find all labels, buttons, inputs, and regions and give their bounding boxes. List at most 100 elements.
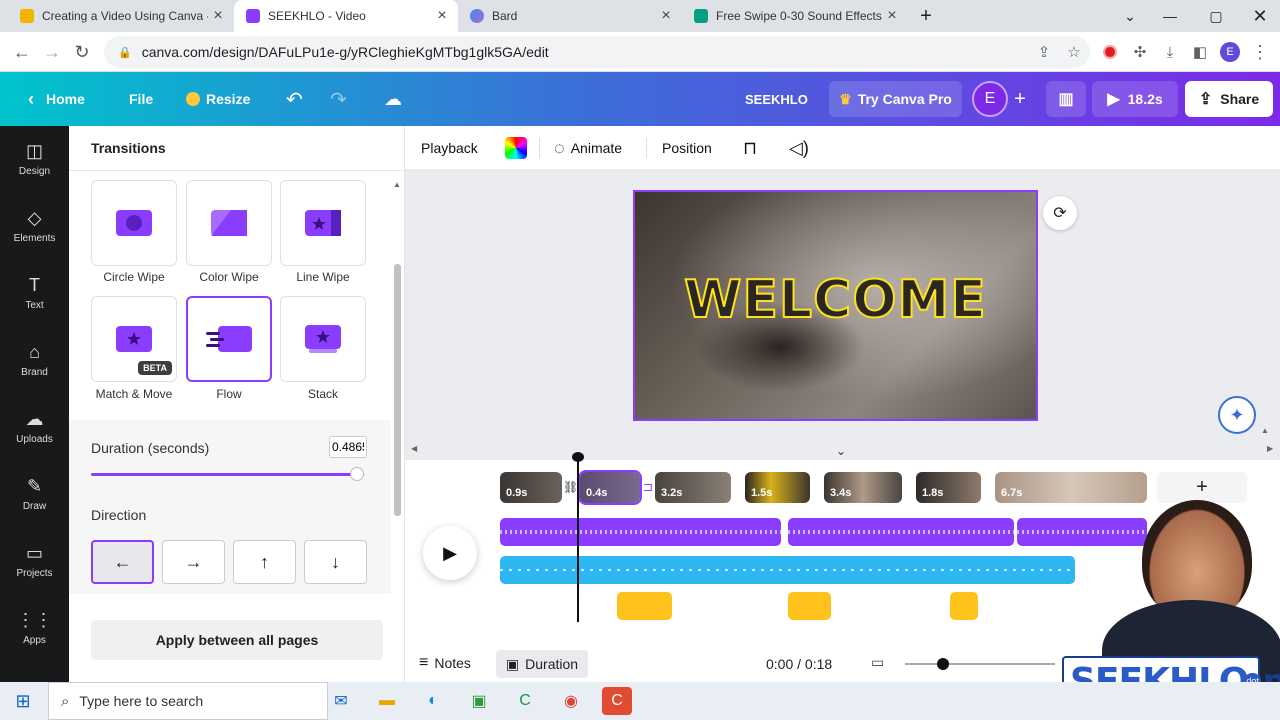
add-comment-icon[interactable]: ⟳ [1043, 196, 1077, 230]
scroll-up-icon[interactable]: ▲ [393, 180, 401, 189]
transition-line-wipe[interactable] [280, 180, 366, 266]
camtasia-icon[interactable]: ▣ [464, 687, 494, 715]
duration-slider-track[interactable] [91, 473, 365, 476]
lock-icon[interactable]: ⊓ [743, 126, 757, 170]
canva-recorder-icon[interactable]: C [602, 687, 632, 715]
timeline-clip[interactable]: 3.2s [655, 472, 731, 503]
timeline-clip[interactable]: 3.4s [824, 472, 902, 503]
reload-icon[interactable]: ↻ [70, 40, 94, 64]
present-button[interactable]: ▶ 18.2s [1092, 81, 1178, 117]
browser-menu-icon[interactable]: ⋮ [1248, 40, 1272, 64]
scroll-right-icon[interactable]: ▶ [1267, 444, 1273, 453]
download-icon[interactable]: ⤓ [1158, 40, 1182, 64]
transition-circle-wipe[interactable] [91, 180, 177, 266]
duration-slider-thumb[interactable] [349, 467, 364, 481]
add-collaborator-icon[interactable]: + [1008, 81, 1032, 117]
browser-tab-1[interactable]: SEEKHLO - Video × [234, 0, 458, 32]
edge-browser-icon[interactable]: ◐ [418, 687, 448, 715]
windows-start-icon[interactable]: ⊞ [8, 687, 38, 715]
collapse-timeline-icon[interactable]: ⌄ [836, 444, 846, 458]
duration-value-input[interactable] [329, 436, 367, 458]
browser-tab-3[interactable]: Free Swipe 0-30 Sound Effects Do × [682, 0, 908, 32]
duration-button[interactable]: ▣ Duration [496, 650, 588, 678]
minimize-icon[interactable]: — [1150, 0, 1190, 32]
rail-item-uploads[interactable]: ☁ Uploads [0, 394, 69, 460]
close-tab-icon[interactable]: × [432, 7, 452, 25]
taskbar-search-field[interactable]: ⌕ Type here to search [48, 682, 328, 720]
project-title[interactable]: SEEKHLO [745, 72, 808, 126]
animate-button[interactable]: ◌ Animate [554, 126, 622, 170]
try-pro-button[interactable]: ♛ Try Canva Pro [829, 81, 962, 117]
transition-stack[interactable] [280, 296, 366, 382]
mail-icon[interactable]: ✉ [326, 687, 356, 715]
back-icon[interactable]: ← [10, 40, 34, 64]
extensions-puzzle-icon[interactable]: ✣ [1128, 40, 1152, 64]
forward-icon[interactable]: → [40, 40, 64, 64]
undo-icon[interactable]: ↶ [286, 72, 303, 126]
avatar[interactable]: E [972, 81, 1008, 117]
audio-sfx-swipe[interactable] [617, 592, 672, 620]
welcome-headline[interactable]: WELCOME [635, 269, 1036, 331]
tab-search-icon[interactable]: ⌄ [1110, 0, 1150, 32]
page-canvas[interactable]: WELCOME [633, 190, 1038, 421]
timeline-clip-selected[interactable]: 0.4s [578, 470, 642, 505]
scroll-thumb[interactable] [394, 264, 401, 516]
playhead-handle[interactable] [572, 452, 584, 462]
rail-item-design[interactable]: ◫ Design [0, 126, 69, 192]
browser-tab-0[interactable]: Creating a Video Using Canva - G × [8, 0, 234, 32]
camtasia-recorder-icon[interactable]: C [510, 687, 540, 715]
resize-button[interactable]: Resize [186, 72, 250, 126]
close-tab-icon[interactable]: × [656, 7, 676, 25]
transition-link-icon[interactable]: ⛓ [563, 480, 578, 494]
timeline-clip[interactable]: 1.5s [745, 472, 810, 503]
apply-all-button[interactable]: Apply between all pages [91, 620, 383, 660]
chrome-icon[interactable]: ◉ [556, 687, 586, 715]
rail-item-draw[interactable]: ✎ Draw [0, 461, 69, 527]
profile-avatar[interactable]: E [1218, 40, 1242, 64]
rail-item-projects[interactable]: ▭ Projects [0, 528, 69, 594]
audio-track-voice[interactable] [788, 518, 1014, 546]
transition-color-wipe[interactable] [186, 180, 272, 266]
notes-button[interactable]: ≡ Notes [419, 654, 471, 672]
audio-sfx-swipe[interactable] [788, 592, 831, 620]
transition-flow[interactable] [186, 296, 272, 382]
timeline-play-button[interactable]: ▶ [423, 526, 477, 580]
record-extension-icon[interactable] [1098, 40, 1122, 64]
transition-match-and-move[interactable]: BETA [91, 296, 177, 382]
file-menu-button[interactable]: File [129, 72, 153, 126]
timeline-clip[interactable]: 0.9s [500, 472, 562, 503]
insights-chart-icon[interactable]: ▥ [1046, 81, 1086, 117]
new-tab-icon[interactable]: + [906, 0, 946, 32]
share-page-icon[interactable]: ⇪ [1032, 40, 1056, 64]
browser-tab-2[interactable]: Bard × [458, 0, 682, 32]
grid-view-icon[interactable]: ▭ [871, 654, 884, 671]
rail-item-text[interactable]: T Text [0, 260, 69, 326]
home-button[interactable]: ‹ Home [28, 72, 85, 126]
rail-item-elements[interactable]: ◇ Elements [0, 193, 69, 259]
url-field[interactable]: 🔒 canva.com/design/DAFuLPu1e-g/yRCleghie… [104, 36, 1090, 68]
zoom-slider-track[interactable] [905, 663, 1055, 665]
scroll-left-icon[interactable]: ◀ [411, 444, 417, 453]
file-explorer-icon[interactable]: ▬ [372, 687, 402, 715]
zoom-slider-thumb[interactable] [937, 658, 949, 670]
audio-track-music[interactable] [500, 556, 1075, 584]
rail-item-apps[interactable]: ⋮⋮ Apps [0, 595, 69, 661]
direction-up-button[interactable]: ↑ [233, 540, 296, 584]
side-panel-icon[interactable]: ◧ [1188, 40, 1212, 64]
audio-track-voice[interactable] [500, 518, 781, 546]
timeline-clip[interactable]: 1.8s [916, 472, 981, 503]
audio-sfx-swipe[interactable] [950, 592, 978, 620]
volume-icon[interactable]: ◁) [789, 126, 809, 170]
bookmark-star-icon[interactable]: ☆ [1062, 40, 1086, 64]
direction-right-button[interactable]: → [162, 540, 225, 584]
playhead[interactable] [577, 460, 579, 622]
color-picker-button[interactable] [505, 126, 527, 170]
redo-icon[interactable]: ↷ [330, 72, 347, 126]
position-button[interactable]: Position [662, 126, 712, 170]
close-window-icon[interactable]: ✕ [1240, 0, 1280, 32]
rail-item-brand[interactable]: ⌂ Brand [0, 327, 69, 393]
magic-sparkle-icon[interactable]: ✦ [1218, 396, 1256, 434]
direction-left-button[interactable]: ← [91, 540, 154, 584]
close-tab-icon[interactable]: × [208, 7, 228, 25]
direction-down-button[interactable]: ↓ [304, 540, 367, 584]
